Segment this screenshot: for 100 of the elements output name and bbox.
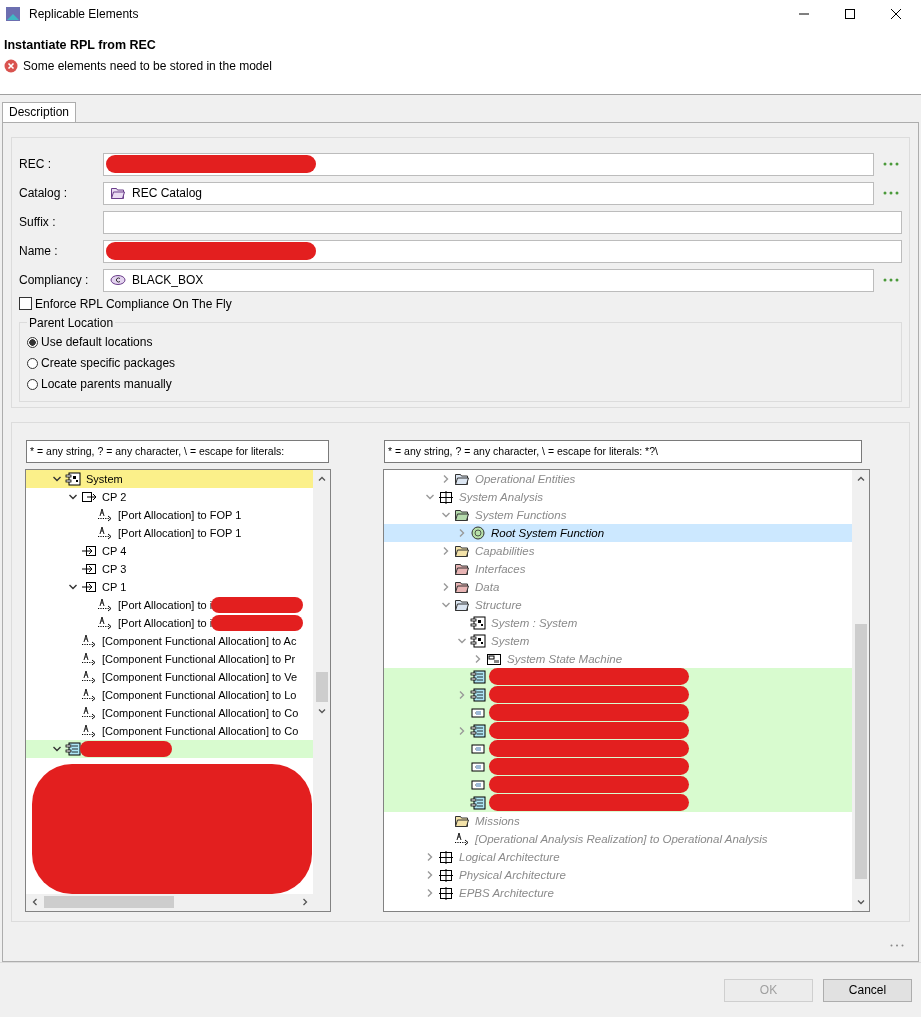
- tree-item[interactable]: Logical Architecture: [384, 847, 852, 866]
- tree-item-label: Operational Entities: [475, 472, 576, 485]
- tree-item[interactable]: EPBS Architecture: [384, 883, 852, 902]
- tree-item-label: Data: [475, 580, 500, 593]
- tree-item[interactable]: System Functions: [384, 505, 852, 524]
- component-icon: [470, 668, 486, 685]
- tree-item[interactable]: CP 3: [26, 559, 313, 578]
- tree-item[interactable]: [Component Functional Allocation] to Ve: [26, 667, 313, 686]
- scrollbar[interactable]: [313, 469, 330, 894]
- radio-button[interactable]: [27, 336, 38, 348]
- field-label: Compliancy :: [19, 273, 90, 288]
- tree-item-label: CP 4: [102, 544, 127, 557]
- allocation-icon: [81, 650, 97, 667]
- filter-field[interactable]: * = any string, ? = any character, \ = escape for literals:: [26, 439, 329, 463]
- tree-item[interactable]: CP 4: [26, 541, 313, 560]
- tree-item-label: [Operational Analysis Realization] to Operational Analysis: [475, 832, 768, 845]
- tree-item[interactable]: Data: [384, 577, 852, 596]
- more-icon[interactable]: [890, 944, 904, 948]
- scroll-thumb[interactable]: [315, 671, 328, 702]
- tree-item[interactable]: CP 2: [26, 487, 313, 506]
- tree-item[interactable]: System: [384, 631, 852, 650]
- component-icon: [470, 686, 486, 703]
- tree-item[interactable]: Structure: [384, 595, 852, 614]
- tree-item[interactable]: Operational Entities: [384, 469, 852, 488]
- component-icon: [470, 794, 486, 811]
- scroll-right-icon[interactable]: [300, 897, 310, 908]
- dialog-button[interactable]: Cancel: [823, 978, 912, 1002]
- radio-button[interactable]: [27, 378, 38, 390]
- tree-item[interactable]: [Component Functional Allocation] to Ac: [26, 631, 313, 650]
- more-icon[interactable]: [883, 278, 899, 283]
- input-field[interactable]: BLACK_BOX: [103, 268, 874, 292]
- scroll-thumb[interactable]: [44, 896, 174, 909]
- tree-item-label: Missions: [475, 814, 520, 827]
- radio-label: Locate parents manually: [41, 377, 172, 392]
- input-field[interactable]: [102, 239, 902, 263]
- tree-item-label: CP 3: [102, 562, 127, 575]
- tree-item[interactable]: System Analysis: [384, 487, 852, 506]
- scrollbar[interactable]: [26, 893, 330, 911]
- allocation-icon: [81, 704, 97, 721]
- more-icon[interactable]: [883, 191, 899, 196]
- tree-item[interactable]: [Component Functional Allocation] to Lo: [26, 685, 313, 704]
- app-icon: [5, 5, 21, 22]
- dialog-title: Instantiate RPL from REC: [4, 37, 157, 52]
- tree-item[interactable]: [Component Functional Allocation] to Pr: [26, 649, 313, 668]
- tree-item[interactable]: [Component Functional Allocation] to Co: [26, 721, 313, 740]
- allocation-icon: [81, 686, 97, 703]
- tree-item[interactable]: [Port Allocation] to FOP 1: [26, 505, 313, 524]
- tree-item[interactable]: [26, 739, 313, 758]
- grid-icon: [438, 488, 454, 505]
- tree-item[interactable]: [Component Functional Allocation] to Co: [26, 703, 313, 722]
- tree-item[interactable]: [384, 667, 852, 686]
- tree-item[interactable]: System State Machine: [384, 649, 852, 668]
- folder-icon: [110, 185, 126, 202]
- allocation-icon: [97, 506, 113, 523]
- radio-label: Create specific packages: [41, 356, 176, 371]
- tree-item-label: Root System Function: [491, 526, 605, 539]
- more-icon[interactable]: [883, 162, 899, 167]
- tree-item[interactable]: Capabilities: [384, 541, 852, 560]
- tree-item-label: CP 1: [102, 580, 127, 593]
- allocation-icon: [81, 632, 97, 649]
- allocation-icon: [81, 668, 97, 685]
- field-label: Name :: [19, 244, 59, 259]
- tree-item-label: System: [491, 634, 530, 647]
- window-title: Replicable Elements: [29, 6, 139, 21]
- scroll-thumb[interactable]: [854, 623, 867, 879]
- tree-item[interactable]: Interfaces: [384, 559, 852, 578]
- tree-item-label: [Component Functional Allocation] to Ac: [102, 634, 297, 647]
- scrollbar[interactable]: [852, 469, 869, 911]
- tree-item[interactable]: [Port Allocation] to i: [26, 613, 313, 632]
- radio-button[interactable]: [27, 357, 38, 369]
- input-field[interactable]: [103, 152, 874, 176]
- tree-item[interactable]: CP 1: [26, 577, 313, 596]
- tree-item[interactable]: [Operational Analysis Realization] to Operational Analysis: [384, 829, 852, 848]
- input-field[interactable]: REC Catalog: [103, 181, 874, 205]
- tree-item-label: Physical Architecture: [459, 868, 566, 881]
- error-icon: [4, 58, 18, 73]
- scroll-left-icon[interactable]: [30, 897, 40, 908]
- tab[interactable]: Description: [2, 101, 77, 122]
- tree-item-label: [Port Allocation] to i: [118, 616, 213, 629]
- tree-item[interactable]: Root System Function: [384, 523, 852, 542]
- tree-item-label: System: [86, 472, 123, 485]
- tree-item-label: System Functions: [475, 508, 567, 521]
- tree-item-label: [Component Functional Allocation] to Ve: [102, 670, 298, 683]
- tree-item-label: Logical Architecture: [459, 850, 560, 863]
- tree-item[interactable]: System : System: [384, 613, 852, 632]
- tree-item[interactable]: [Port Allocation] to FOP 1: [26, 523, 313, 542]
- tree-item-label: System State Machine: [507, 652, 623, 665]
- allocation-icon: [97, 596, 113, 613]
- tree-item[interactable]: [Port Allocation] to i: [26, 595, 313, 614]
- tree-item[interactable]: System: [26, 469, 313, 488]
- filter-field[interactable]: * = any string, ? = any character, \ = escape for literals: *?\: [384, 439, 862, 463]
- tree-item[interactable]: Physical Architecture: [384, 865, 852, 884]
- component-icon: [65, 470, 81, 487]
- close-icon[interactable]: [891, 8, 901, 19]
- allocation-icon: [97, 614, 113, 631]
- checkbox[interactable]: [19, 297, 32, 311]
- tree-item[interactable]: Missions: [384, 811, 852, 830]
- maximize-icon[interactable]: [845, 8, 855, 19]
- input-field[interactable]: [102, 210, 902, 234]
- component-icon: [65, 740, 81, 757]
